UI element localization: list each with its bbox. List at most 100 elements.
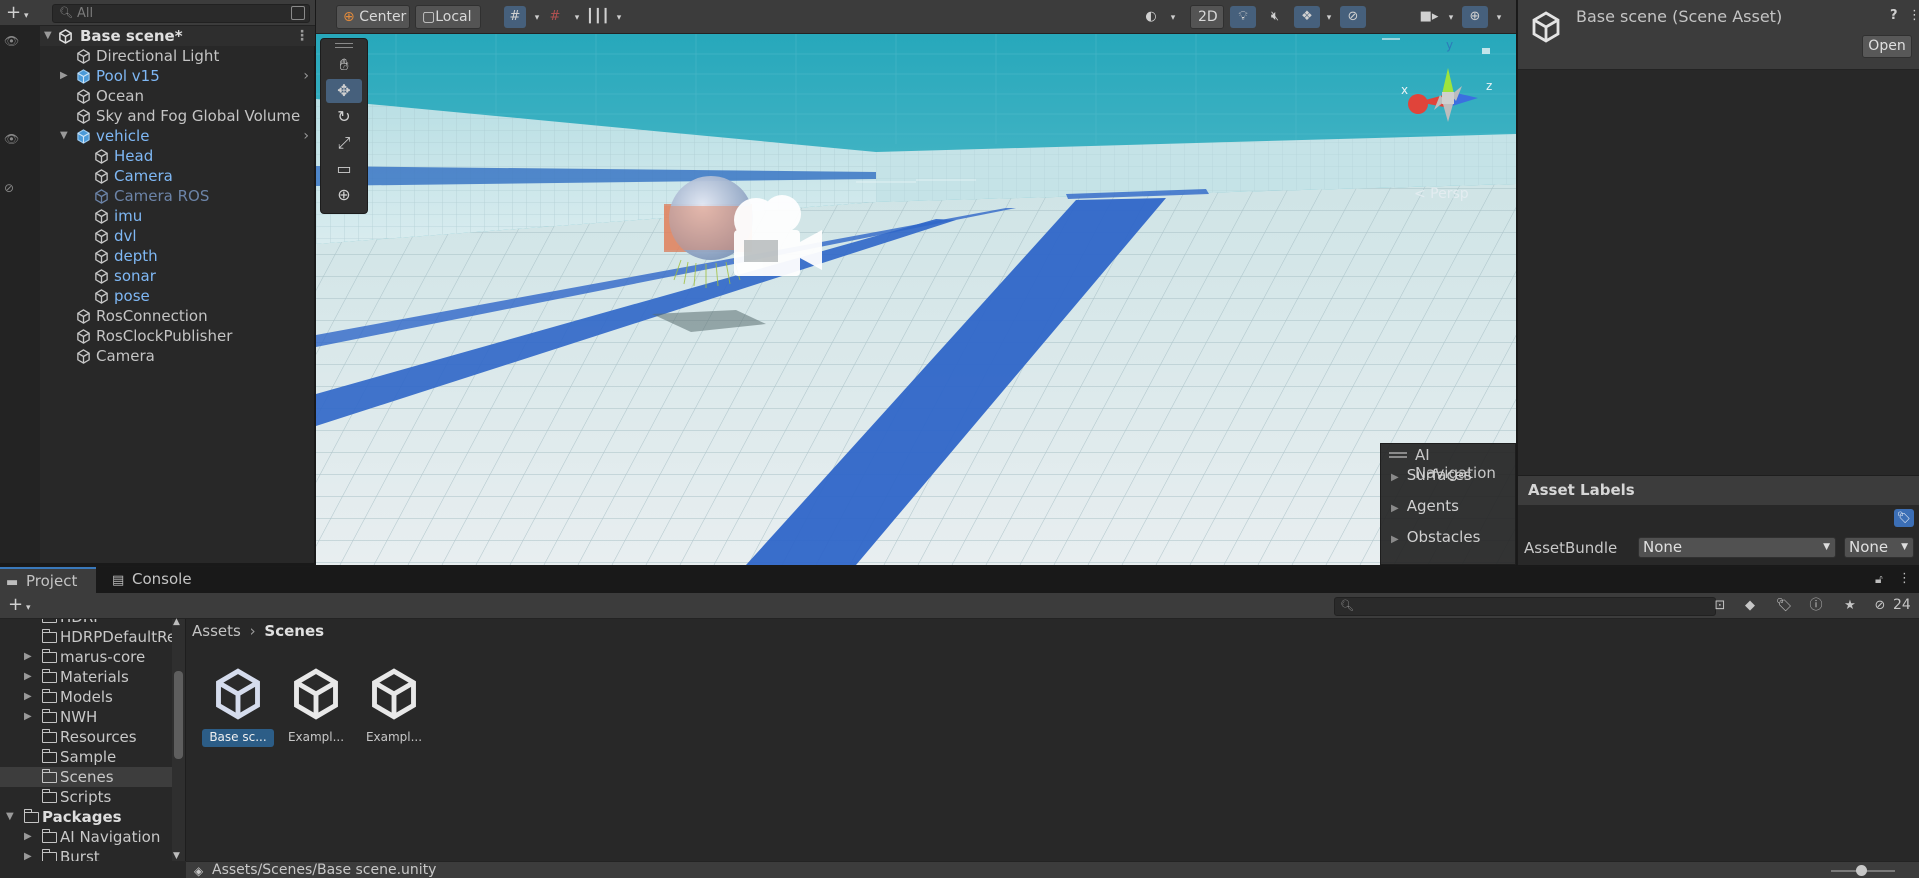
hierarchy-search-input[interactable]: 🔍︎ All (52, 4, 310, 23)
expand-arrow-icon[interactable]: ▼ (60, 126, 72, 146)
visibility-eye-icon[interactable]: 👁︎ (4, 133, 20, 145)
hidden-packages-icon[interactable]: ⊘ (1870, 597, 1890, 615)
expand-arrow-icon[interactable]: ▶ (24, 647, 32, 667)
open-button[interactable]: Open (1862, 35, 1912, 58)
gizmos-dropdown-icon[interactable]: ▾ (1488, 6, 1510, 28)
scene-viewport[interactable]: y x z ✋︎ ✥ ↻ ⤢ ▭ ⊕ < Persp (316, 34, 1516, 565)
breadcrumb-assets[interactable]: Assets (192, 622, 241, 640)
folder-item[interactable]: HDRI (0, 619, 172, 627)
2d-toggle-button[interactable]: 2D (1190, 5, 1224, 29)
expand-arrow-icon[interactable]: ▶ (24, 667, 32, 687)
camera-settings-dropdown-icon[interactable]: ▾ (1440, 6, 1462, 28)
icon-size-slider-thumb[interactable] (1856, 865, 1867, 876)
incremental-snap-icon[interactable]: # (544, 6, 566, 28)
search-by-type-icon[interactable]: ◆ (1740, 597, 1760, 615)
gizmo-lock-icon[interactable] (1482, 48, 1490, 54)
chevron-right-icon[interactable]: › (303, 126, 309, 146)
folder-item[interactable]: ▶ Burst (0, 847, 172, 861)
ruler-dropdown-icon[interactable]: ▾ (608, 6, 630, 28)
folder-item[interactable]: Resources (0, 727, 172, 747)
hierarchy-item[interactable]: Ocean (40, 86, 315, 106)
hierarchy-item[interactable]: RosClockPublisher (40, 326, 315, 346)
hidden-eye-icon[interactable]: ⊘ (4, 182, 20, 194)
expand-arrow-icon[interactable]: ▶ (24, 847, 32, 861)
hierarchy-item[interactable]: ▼ vehicle › (40, 126, 315, 146)
scroll-down-icon[interactable]: ▼ (173, 851, 180, 861)
folder-item[interactable]: Scripts (0, 787, 172, 807)
ruler-icon[interactable]: ┃┃┃ (586, 6, 609, 28)
hierarchy-item[interactable]: Sky and Fog Global Volume (40, 106, 315, 126)
add-object-button[interactable]: + ▾ (6, 3, 40, 23)
ai-nav-agents[interactable]: ▶ Agents (1391, 497, 1459, 515)
hierarchy-item[interactable]: dvl (40, 226, 315, 246)
folder-item[interactable]: Scenes (0, 767, 172, 787)
tab-console[interactable]: ▤ Console (106, 567, 202, 593)
packages-root[interactable]: ▼ Packages (0, 807, 172, 827)
log-types-icon[interactable]: ⓘ (1806, 597, 1826, 615)
rect-tool-icon[interactable]: ▭ (326, 157, 362, 181)
folder-item[interactable]: ▶ Models (0, 687, 172, 707)
expand-arrow-icon[interactable]: ▶ (24, 687, 32, 707)
pivot-mode-dropdown[interactable]: ⊕ Center ▾ (336, 5, 410, 46)
scene-asset-tile[interactable]: Base sc... (200, 659, 276, 749)
hand-tool-icon[interactable]: ✋︎ (326, 53, 362, 77)
folder-item[interactable]: ▶ Materials (0, 667, 172, 687)
audio-toggle-icon[interactable]: 🔇︎ (1262, 6, 1288, 28)
assetbundle-select[interactable]: None ▼ (1638, 537, 1836, 558)
folder-item[interactable]: ▶ NWH (0, 707, 172, 727)
scene-visibility-icon[interactable]: ⊘ (1340, 6, 1366, 28)
perspective-label[interactable]: < Persp (1414, 186, 1469, 202)
effects-dropdown-icon[interactable]: ▾ (1318, 6, 1340, 28)
hierarchy-item[interactable]: Camera ROS (40, 186, 315, 206)
create-asset-button[interactable]: + ▾ (8, 594, 30, 615)
folder-item[interactable]: Sample (0, 747, 172, 767)
camera-settings-icon[interactable]: ■▸ (1416, 6, 1442, 28)
draw-mode-icon[interactable]: ◐ (1140, 6, 1162, 28)
hierarchy-item[interactable]: Directional Light (40, 46, 315, 66)
help-icon[interactable]: ? (1890, 8, 1898, 23)
panel-menu-icon[interactable]: ⋮ (1898, 571, 1911, 586)
chevron-right-icon[interactable]: › (303, 66, 309, 86)
scene-asset-tile[interactable]: Exampl... (356, 659, 432, 749)
move-tool-icon[interactable]: ✥ (326, 79, 362, 103)
visibility-eye-icon[interactable]: 👁︎ (4, 35, 20, 47)
pool-scene-render[interactable]: y x z (316, 34, 1516, 565)
scene-menu-icon[interactable]: ⋮ (295, 26, 309, 46)
inspector-menu-icon[interactable]: ⋮ (1908, 8, 1919, 23)
hierarchy-item[interactable]: Head (40, 146, 315, 166)
draw-mode-dropdown-icon[interactable]: ▾ (1162, 6, 1184, 28)
gizmos-icon[interactable]: ⊕ (1462, 6, 1488, 28)
ai-nav-obstacles[interactable]: ▶ Obstacles (1391, 528, 1480, 546)
expand-arrow-icon[interactable]: ▼ (6, 807, 14, 827)
hierarchy-item[interactable]: Camera (40, 166, 315, 186)
search-scope-icon[interactable]: ⊡ (1710, 597, 1730, 615)
expand-arrow-icon[interactable]: ▼ (44, 26, 56, 46)
folder-item[interactable]: ▶ AI Navigation (0, 827, 172, 847)
overlay-grip[interactable] (335, 43, 353, 48)
project-search-input[interactable]: 🔍︎ (1334, 597, 1716, 616)
folder-item[interactable]: HDRPDefaultRe (0, 627, 176, 647)
hierarchy-item[interactable]: imu (40, 206, 315, 226)
filter-icon[interactable] (291, 6, 305, 20)
grid-snapping-icon[interactable]: # (504, 6, 526, 28)
scene-asset-tile[interactable]: Exampl... (278, 659, 354, 749)
breadcrumb-scenes[interactable]: Scenes (264, 622, 324, 640)
tab-project[interactable]: ▬ Project (0, 567, 96, 593)
folder-tree-scroll-thumb[interactable] (174, 671, 183, 759)
expand-arrow-icon[interactable]: ▶ (24, 827, 32, 847)
folder-item[interactable]: ▶ marus-core (0, 647, 172, 667)
scene-view[interactable]: ⊕ Center ▾ ▢Local ▾ # ▾ # ▾ ┃┃┃ ▾ ◐ ▾ 2D… (316, 0, 1516, 565)
hierarchy-item[interactable]: Camera (40, 346, 315, 366)
transform-tool-icon[interactable]: ⊕ (326, 183, 362, 207)
effects-toggle-icon[interactable]: ❖ (1294, 6, 1320, 28)
lock-icon[interactable]: 🔓︎ (1875, 572, 1883, 587)
incremental-snap-dropdown-icon[interactable]: ▾ (566, 6, 588, 28)
hierarchy-item[interactable]: RosConnection (40, 306, 315, 326)
expand-arrow-icon[interactable]: ▶ (24, 707, 32, 727)
hierarchy-item[interactable]: depth (40, 246, 315, 266)
scroll-up-icon[interactable]: ▲ (173, 617, 180, 627)
pivot-space-dropdown[interactable]: ▢Local ▾ (415, 5, 481, 46)
overlay-grip[interactable] (1389, 452, 1407, 458)
ai-nav-surfaces[interactable]: ▶ Surfaces (1391, 466, 1472, 484)
expand-arrow-icon[interactable]: ▶ (60, 66, 72, 86)
